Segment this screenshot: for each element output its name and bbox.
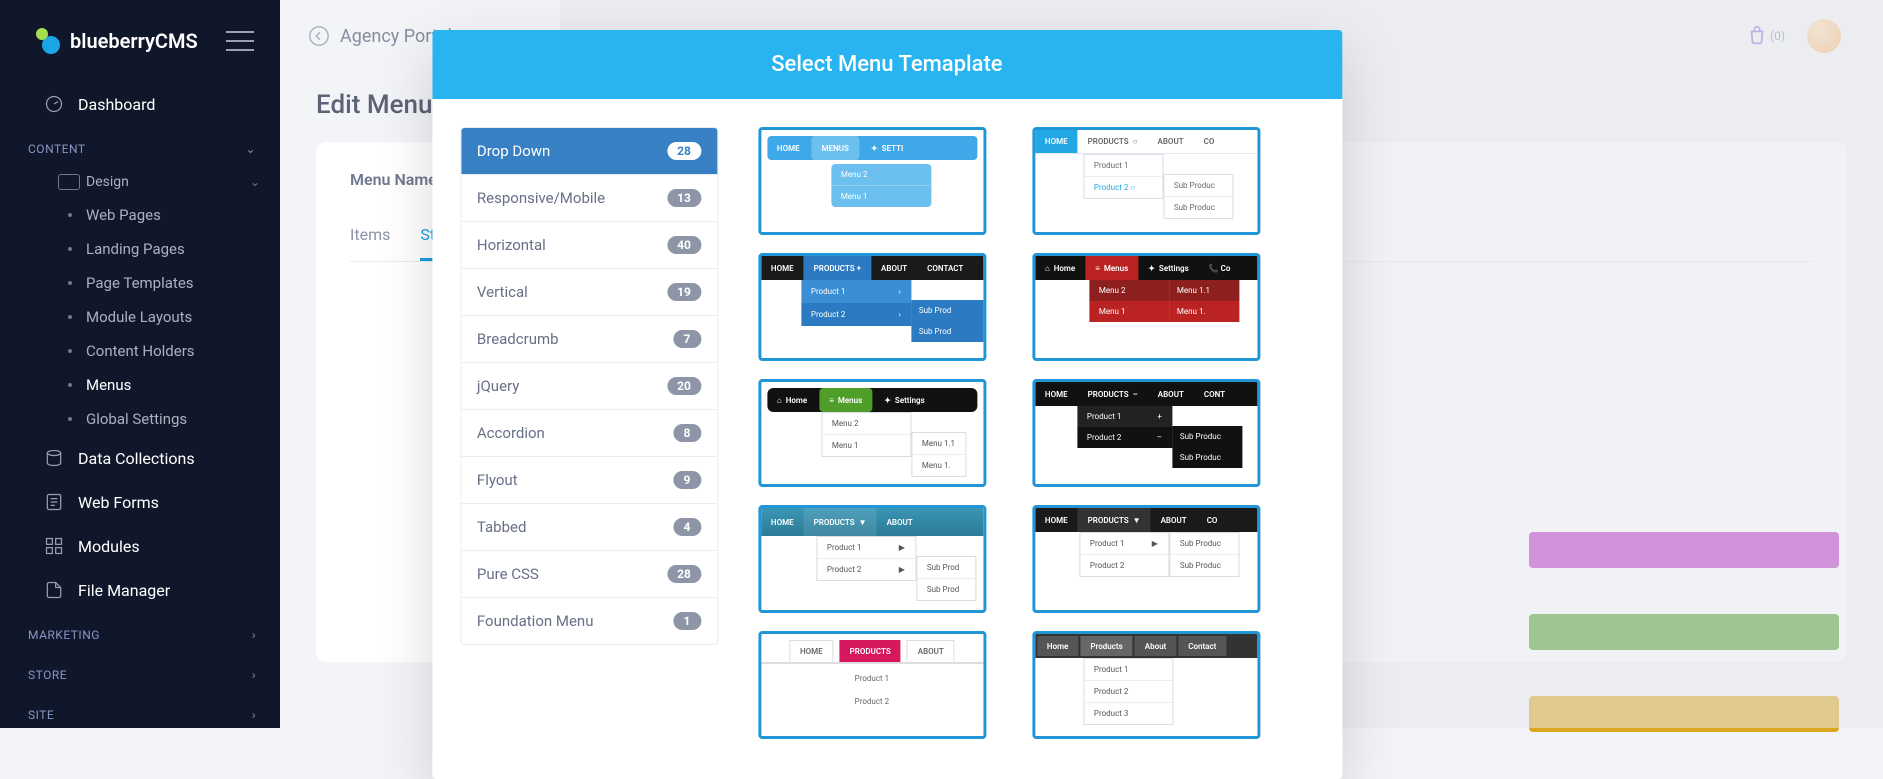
nav-page-templates[interactable]: Page Templates	[58, 266, 280, 300]
template-thumb-10[interactable]: Home Products About Contact Product 1 Pr…	[1032, 631, 1260, 739]
cat-drop-down[interactable]: Drop Down28	[461, 128, 717, 175]
nav-file-manager[interactable]: File Manager	[0, 568, 280, 612]
nav-module-layouts[interactable]: Module Layouts	[58, 300, 280, 334]
file-icon	[44, 580, 64, 600]
menu-toggle-icon[interactable]	[226, 31, 254, 51]
nav-modules[interactable]: Modules	[0, 524, 280, 568]
cat-flyout[interactable]: Flyout9	[461, 457, 717, 504]
nav-design[interactable]: Design ⌄	[58, 166, 280, 198]
template-thumb-2[interactable]: HOME PRODUCTS ○ ABOUT CO Product 1 Produ…	[1032, 127, 1260, 235]
template-thumb-5[interactable]: ⌂ Home ≡ Menus ✦ Settings Menu 2 Menu 1 …	[758, 379, 986, 487]
template-thumb-9[interactable]: HOME PRODUCTS ABOUT Product 1 Product 2	[758, 631, 986, 739]
cat-vertical[interactable]: Vertical19	[461, 269, 717, 316]
cat-horizontal[interactable]: Horizontal40	[461, 222, 717, 269]
nav-web-forms[interactable]: Web Forms	[0, 480, 280, 524]
nav-global-settings[interactable]: Global Settings	[58, 402, 280, 436]
modules-icon	[44, 536, 64, 556]
chevron-right-icon: ›	[252, 668, 256, 682]
nav-web-pages[interactable]: Web Pages	[58, 198, 280, 232]
brand-logo[interactable]: blueberryCMS	[36, 28, 198, 54]
nav-content-holders[interactable]: Content Holders	[58, 334, 280, 368]
cat-foundation[interactable]: Foundation Menu1	[461, 598, 717, 644]
chevron-right-icon: ›	[252, 708, 256, 722]
template-thumb-7[interactable]: HOME PRODUCTS ▼ ABOUT Product 1▶ Product…	[758, 505, 986, 613]
section-marketing[interactable]: MARKETING›	[0, 612, 280, 652]
cat-responsive[interactable]: Responsive/Mobile13	[461, 175, 717, 222]
category-list: Drop Down28 Responsive/Mobile13 Horizont…	[460, 127, 718, 645]
cat-accordion[interactable]: Accordion8	[461, 410, 717, 457]
tab-items[interactable]: Items	[350, 219, 390, 261]
template-modal: Select Menu Temaplate Drop Down28 Respon…	[432, 30, 1342, 779]
cat-breadcrumb[interactable]: Breadcrumb7	[461, 316, 717, 363]
template-thumb-4[interactable]: ⌂ Home ≡ Menus ✦ Settings 📞 Co Menu 2 Me…	[1032, 253, 1260, 361]
database-icon	[44, 448, 64, 468]
nav-landing-pages[interactable]: Landing Pages	[58, 232, 280, 266]
template-thumb-1[interactable]: HOME MENUS ✦ SETTI Menu 2 Menu 1	[758, 127, 986, 235]
section-site[interactable]: SITE›	[0, 692, 280, 732]
brand-name: blueberryCMS	[70, 29, 198, 53]
section-content[interactable]: CONTENT ⌄	[0, 126, 280, 166]
nav-menus[interactable]: Menus	[58, 368, 280, 402]
template-thumb-3[interactable]: HOME PRODUCTS + ABOUT CONTACT Product 1›…	[758, 253, 986, 361]
cat-tabbed[interactable]: Tabbed4	[461, 504, 717, 551]
template-thumb-8[interactable]: HOME PRODUCTS ▼ ABOUT CO Product 1▶ Prod…	[1032, 505, 1260, 613]
page-title: Edit Menu	[316, 90, 432, 120]
blueberry-icon	[36, 28, 62, 54]
cat-purecss[interactable]: Pure CSS28	[461, 551, 717, 598]
chevron-right-icon: ›	[252, 628, 256, 642]
template-thumb-6[interactable]: HOME PRODUCTS – ABOUT CONT Product 1+ Pr…	[1032, 379, 1260, 487]
back-icon[interactable]	[308, 25, 330, 47]
sidebar: blueberryCMS Dashboard CONTENT ⌄ Design …	[0, 0, 280, 728]
dashboard-icon	[44, 94, 64, 114]
chevron-down-icon: ⌄	[245, 142, 256, 156]
nav-dashboard[interactable]: Dashboard	[0, 82, 280, 126]
modal-title: Select Menu Temaplate	[432, 30, 1342, 99]
nav-dashboard-label: Dashboard	[78, 95, 155, 114]
cat-jquery[interactable]: jQuery20	[461, 363, 717, 410]
form-icon	[44, 492, 64, 512]
nav-data-collections[interactable]: Data Collections	[0, 436, 280, 480]
chevron-down-icon: ⌄	[250, 175, 280, 189]
section-store[interactable]: STORE›	[0, 652, 280, 692]
template-thumbnails: HOME MENUS ✦ SETTI Menu 2 Menu 1 HOME PR…	[758, 127, 1308, 739]
